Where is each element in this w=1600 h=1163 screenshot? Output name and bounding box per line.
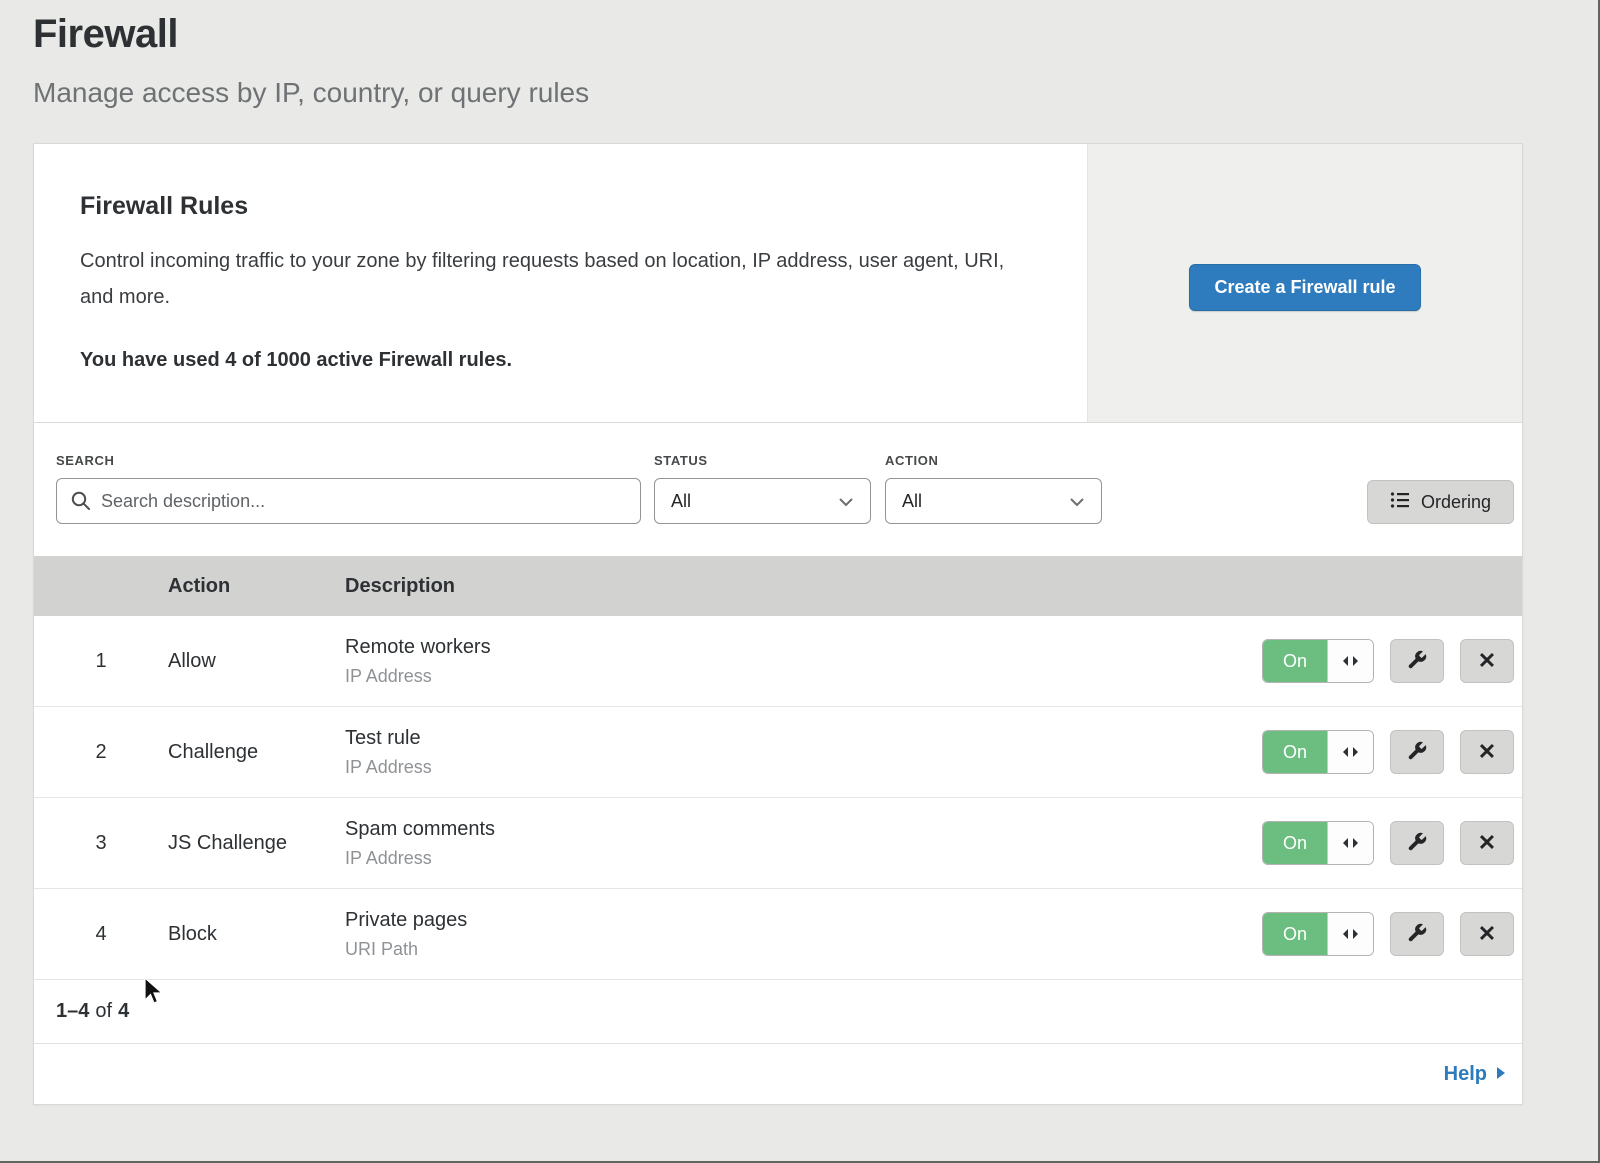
help-link-label: Help <box>1444 1063 1487 1086</box>
card-intro: Firewall Rules Control incoming traffic … <box>34 144 1087 422</box>
pagination-of: of <box>95 1000 112 1023</box>
delete-rule-button[interactable]: ✕ <box>1460 730 1514 774</box>
row-description-field: IP Address <box>345 666 1262 687</box>
toggle-state-label: On <box>1263 822 1327 864</box>
card-usage: You have used 4 of 1000 active Firewall … <box>80 349 1027 372</box>
status-select[interactable]: All <box>654 478 871 524</box>
close-icon: ✕ <box>1478 923 1496 945</box>
table-row: 4 Block Private pages URI Path On ✕ <box>34 889 1522 980</box>
help-row: Help <box>34 1044 1522 1104</box>
row-description-title: Private pages <box>345 909 1262 932</box>
close-icon: ✕ <box>1478 832 1496 854</box>
rule-toggle[interactable]: On <box>1262 912 1374 956</box>
toggle-arrows-icon <box>1327 822 1373 864</box>
row-controls: On ✕ <box>1262 912 1522 956</box>
delete-rule-button[interactable]: ✕ <box>1460 912 1514 956</box>
row-description-title: Remote workers <box>345 636 1262 659</box>
help-arrow-icon <box>1496 1063 1506 1086</box>
search-input[interactable] <box>56 478 641 524</box>
chevron-down-icon <box>1069 491 1085 512</box>
row-controls: On ✕ <box>1262 639 1522 683</box>
table-row: 2 Challenge Test rule IP Address On ✕ <box>34 707 1522 798</box>
search-box <box>56 478 641 524</box>
create-firewall-rule-button[interactable]: Create a Firewall rule <box>1189 264 1420 311</box>
filters-bar: SEARCH STATUS All ACTION <box>34 423 1522 556</box>
toggle-arrows-icon <box>1327 640 1373 682</box>
wrench-icon <box>1406 831 1428 856</box>
wrench-icon <box>1406 922 1428 947</box>
table-row: 3 JS Challenge Spam comments IP Address … <box>34 798 1522 889</box>
delete-rule-button[interactable]: ✕ <box>1460 821 1514 865</box>
action-select-value: All <box>902 491 922 512</box>
row-action: Allow <box>168 650 345 673</box>
row-description-title: Spam comments <box>345 818 1262 841</box>
cta-panel: Create a Firewall rule <box>1087 144 1522 422</box>
action-label: ACTION <box>885 453 1102 468</box>
close-icon: ✕ <box>1478 741 1496 763</box>
toggle-state-label: On <box>1263 640 1327 682</box>
page-title: Firewall <box>33 12 1598 57</box>
row-description: Private pages URI Path <box>345 909 1262 960</box>
row-description-field: IP Address <box>345 848 1262 869</box>
row-action: JS Challenge <box>168 832 345 855</box>
chevron-down-icon <box>838 491 854 512</box>
table-header: Action Description <box>34 556 1522 616</box>
action-select[interactable]: All <box>885 478 1102 524</box>
row-action: Block <box>168 923 345 946</box>
row-description-field: IP Address <box>345 757 1262 778</box>
page-subtitle: Manage access by IP, country, or query r… <box>33 77 1598 109</box>
wrench-icon <box>1406 649 1428 674</box>
row-description-field: URI Path <box>345 939 1262 960</box>
help-link[interactable]: Help <box>1444 1063 1506 1086</box>
row-controls: On ✕ <box>1262 730 1522 774</box>
row-number: 4 <box>34 923 168 946</box>
rule-toggle[interactable]: On <box>1262 730 1374 774</box>
card-top-section: Firewall Rules Control incoming traffic … <box>34 144 1522 423</box>
firewall-rules-card: Firewall Rules Control incoming traffic … <box>33 143 1523 1105</box>
status-select-value: All <box>671 491 691 512</box>
status-group: STATUS All <box>654 453 871 524</box>
search-icon <box>70 490 92 512</box>
row-number: 2 <box>34 741 168 764</box>
wrench-icon <box>1406 740 1428 765</box>
pagination-total: 4 <box>118 1000 129 1023</box>
row-controls: On ✕ <box>1262 821 1522 865</box>
toggle-arrows-icon <box>1327 731 1373 773</box>
close-icon: ✕ <box>1478 650 1496 672</box>
row-number: 3 <box>34 832 168 855</box>
ordering-button-label: Ordering <box>1421 492 1491 513</box>
rule-toggle[interactable]: On <box>1262 639 1374 683</box>
pagination-range: 1–4 <box>56 1000 89 1023</box>
table-header-description: Description <box>345 575 1522 598</box>
table-row: 1 Allow Remote workers IP Address On ✕ <box>34 616 1522 707</box>
pagination: 1–4 of 4 <box>34 980 1522 1044</box>
toggle-arrows-icon <box>1327 913 1373 955</box>
toggle-state-label: On <box>1263 913 1327 955</box>
card-title: Firewall Rules <box>80 192 1027 221</box>
search-group: SEARCH <box>56 453 641 524</box>
table-header-action: Action <box>168 575 345 598</box>
row-action: Challenge <box>168 741 345 764</box>
row-description: Spam comments IP Address <box>345 818 1262 869</box>
row-number: 1 <box>34 650 168 673</box>
edit-rule-button[interactable] <box>1390 821 1444 865</box>
card-description: Control incoming traffic to your zone by… <box>80 243 1027 315</box>
ordering-button[interactable]: Ordering <box>1367 480 1514 524</box>
search-label: SEARCH <box>56 453 641 468</box>
edit-rule-button[interactable] <box>1390 730 1444 774</box>
edit-rule-button[interactable] <box>1390 639 1444 683</box>
row-description: Remote workers IP Address <box>345 636 1262 687</box>
rule-toggle[interactable]: On <box>1262 821 1374 865</box>
edit-rule-button[interactable] <box>1390 912 1444 956</box>
ordering-list-icon <box>1390 491 1410 514</box>
status-label: STATUS <box>654 453 871 468</box>
action-group: ACTION All <box>885 453 1102 524</box>
row-description: Test rule IP Address <box>345 727 1262 778</box>
row-description-title: Test rule <box>345 727 1262 750</box>
toggle-state-label: On <box>1263 731 1327 773</box>
delete-rule-button[interactable]: ✕ <box>1460 639 1514 683</box>
page-header: Firewall Manage access by IP, country, o… <box>0 0 1598 109</box>
